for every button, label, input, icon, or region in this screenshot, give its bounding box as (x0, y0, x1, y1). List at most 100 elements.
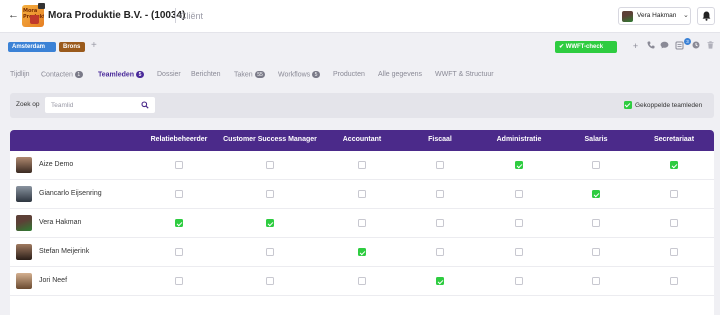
table-row: Aize Demo (10, 151, 714, 180)
role-checkbox[interactable] (515, 248, 523, 256)
plus-icon[interactable]: + (630, 41, 641, 52)
logo-shape (30, 15, 39, 24)
role-checkbox[interactable] (175, 277, 183, 285)
role-checkbox[interactable] (266, 190, 274, 198)
phone-icon[interactable] (645, 41, 656, 52)
client-type-label: Cliënt (180, 11, 204, 21)
role-checkbox[interactable] (358, 219, 366, 227)
search-box (45, 97, 155, 113)
add-tag-button[interactable]: + (91, 40, 97, 51)
trash-icon[interactable] (705, 41, 716, 52)
member-name: Aize Demo (39, 161, 74, 168)
role-checkbox[interactable] (515, 161, 523, 169)
user-menu[interactable]: Vera Hakman ⌄ (618, 7, 691, 25)
role-checkbox[interactable] (670, 277, 678, 285)
tab-producten[interactable]: Producten (333, 71, 365, 78)
wwft-check-button[interactable]: ✔ WWFT-check (555, 41, 617, 53)
role-checkbox[interactable] (436, 190, 444, 198)
tab-label: Berichten (191, 71, 221, 78)
tab-count-badge: 1 (74, 71, 83, 78)
role-checkbox[interactable] (358, 277, 366, 285)
member-name: Vera Hakman (39, 219, 82, 226)
role-checkbox[interactable] (266, 248, 274, 256)
column-header: Relatiebeheerder (150, 136, 208, 143)
tab-wwft-structuur[interactable]: WWFT & Structuur (435, 71, 494, 78)
role-checkbox[interactable] (592, 219, 600, 227)
tab-label: Dossier (157, 71, 181, 78)
tab-taken[interactable]: Taken 55 (234, 71, 266, 79)
tab-alle-gegevens[interactable]: Alle gegevens (378, 71, 422, 78)
role-checkbox[interactable] (436, 277, 444, 285)
role-checkbox[interactable] (358, 248, 366, 256)
tab-workflows[interactable]: Workflows 5 (278, 71, 320, 79)
clock-icon[interactable] (690, 41, 701, 52)
role-checkbox[interactable] (358, 190, 366, 198)
tab-label: WWFT & Structuur (435, 71, 494, 78)
role-checkbox[interactable] (592, 277, 600, 285)
role-checkbox[interactable] (436, 248, 444, 256)
role-checkbox[interactable] (670, 190, 678, 198)
role-checkbox[interactable] (670, 161, 678, 169)
linked-members-checkbox[interactable] (624, 101, 632, 109)
role-checkbox[interactable] (592, 161, 600, 169)
tab-bar: Tijdlijn Contacten 1 Teamleden 5 Dossier B… (0, 66, 720, 84)
linked-members-label: Gekoppelde teamleden (635, 101, 703, 109)
tab-berichten[interactable]: Berichten (191, 71, 221, 78)
avatar (16, 244, 32, 260)
column-header: Fiscaal (428, 136, 452, 143)
role-checkbox[interactable] (515, 277, 523, 285)
team-members-table: Relatiebeheerder Customer Success Manage… (10, 130, 714, 315)
role-checkbox[interactable] (175, 190, 183, 198)
role-checkbox[interactable] (436, 161, 444, 169)
tab-label: Workflows (278, 71, 311, 79)
role-checkbox[interactable] (592, 248, 600, 256)
tab-count-badge: 5 (136, 71, 144, 78)
role-checkbox[interactable] (670, 248, 678, 256)
tab-contacten[interactable]: Contacten 1 (41, 71, 83, 79)
tab-count-badge: 55 (254, 71, 266, 78)
avatar (16, 215, 32, 231)
role-checkbox[interactable] (266, 161, 274, 169)
search-icon[interactable] (141, 101, 149, 109)
tab-count-badge: 5 (312, 71, 320, 78)
tab-teamleden[interactable]: Teamleden 5 (98, 71, 144, 79)
tab-tijdlijn[interactable]: Tijdlijn (10, 71, 30, 78)
tab-label: Producten (333, 71, 365, 78)
table-row: Stefan Meijerink (10, 238, 714, 267)
role-checkbox[interactable] (515, 219, 523, 227)
tab-dossier[interactable]: Dossier (157, 71, 181, 78)
role-checkbox[interactable] (175, 248, 183, 256)
avatar (16, 273, 32, 289)
column-header: Accountant (342, 136, 382, 143)
avatar (622, 11, 633, 22)
role-checkbox[interactable] (358, 161, 366, 169)
page-header: ← Mora Produktie Mora Produktie B.V. - (… (0, 0, 720, 33)
table-row: Giancarlo Eijsenring (10, 180, 714, 209)
back-arrow-icon[interactable]: ← (8, 9, 19, 21)
notifications-button[interactable] (697, 7, 715, 25)
camera-icon[interactable] (38, 3, 45, 9)
page-title: Mora Produktie B.V. - (10034) (48, 10, 186, 21)
chevron-down-icon: ⌄ (683, 12, 689, 19)
table-header: Relatiebeheerder Customer Success Manage… (10, 130, 714, 151)
role-checkbox[interactable] (266, 219, 274, 227)
title-divider (175, 8, 176, 23)
role-checkbox[interactable] (670, 219, 678, 227)
tab-label: Alle gegevens (378, 71, 422, 78)
role-checkbox[interactable] (266, 277, 274, 285)
tag-amsterdam[interactable]: Amsterdam (8, 42, 56, 52)
role-checkbox[interactable] (592, 190, 600, 198)
tab-label: Taken (234, 71, 253, 79)
column-header: Customer Success Manager (223, 136, 317, 143)
search-label: Zoek op (16, 101, 40, 108)
role-checkbox[interactable] (436, 219, 444, 227)
role-checkbox[interactable] (175, 219, 183, 227)
tab-label: Contacten (41, 71, 73, 79)
role-checkbox[interactable] (515, 190, 523, 198)
tab-label: Tijdlijn (10, 71, 30, 78)
chat-icon[interactable] (659, 41, 670, 52)
avatar (16, 186, 32, 202)
search-input[interactable] (51, 100, 136, 110)
role-checkbox[interactable] (175, 161, 183, 169)
tag-brons[interactable]: Brons (59, 42, 85, 52)
